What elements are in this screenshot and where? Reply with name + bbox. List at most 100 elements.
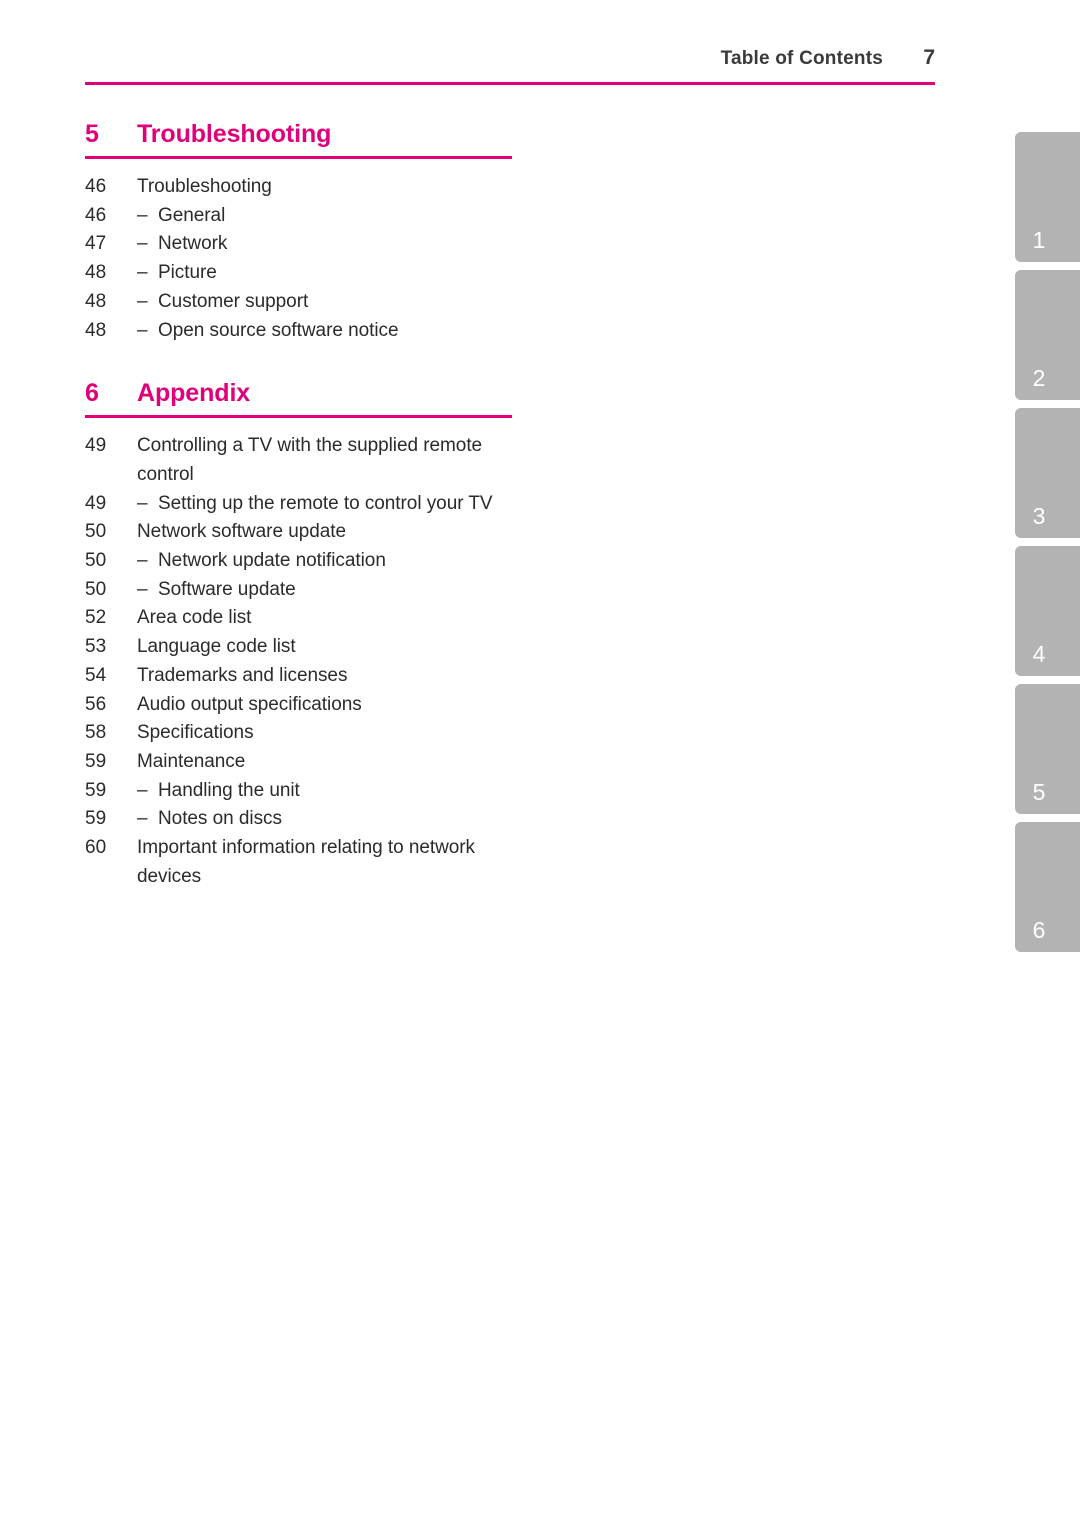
toc-entry-page: 47 (85, 233, 107, 255)
toc-entry-dash: – (137, 319, 148, 341)
chapter-tab-4[interactable]: 4 (1015, 546, 1080, 676)
toc-entry-dash: – (137, 492, 148, 514)
toc-entry[interactable]: 54 Trademarks and licenses (85, 662, 515, 691)
toc-entry[interactable]: 60 Important information relating to netw… (85, 834, 515, 891)
toc-entry-page: 48 (85, 319, 107, 341)
chapter-tab-label: 4 (1032, 641, 1046, 667)
toc-entry-body: Controlling a TV with the supplied remot… (137, 432, 515, 489)
toc-entry-body: – Picture (137, 259, 515, 288)
toc-entry-label: Language code list (137, 636, 296, 658)
toc-entry-body: – Software update (137, 576, 515, 605)
toc-entry-page: 58 (85, 722, 107, 744)
toc-entry[interactable]: 48 – Picture (85, 259, 515, 288)
toc-entry[interactable]: 48 – Open source software notice (85, 317, 515, 346)
toc-entry-page: 46 (85, 176, 107, 197)
toc-entry-label: Maintenance (137, 750, 246, 772)
toc-entry-body: – Open source software notice (137, 317, 515, 346)
toc-entry-label: Specifications (137, 722, 254, 744)
toc-entry-page: 49 (85, 492, 107, 514)
toc-entry[interactable]: 59 – Notes on discs (85, 805, 515, 834)
toc-entry[interactable]: 58 Specifications (85, 719, 515, 748)
chapter-tab-label: 6 (1032, 917, 1046, 943)
toc-entry-label: Open source software notice (158, 319, 399, 341)
toc-entry-page: 50 (85, 550, 107, 572)
toc-entry[interactable]: 49 – Setting up the remote to control your… (85, 490, 515, 519)
toc-entry[interactable]: 50 – Network update notification (85, 547, 515, 576)
toc-entry-list: 49 Controlling a TV with the supplied rem… (85, 418, 515, 891)
chapter-tab-1[interactable]: 1 (1015, 132, 1080, 262)
toc-entry-body: – Network update notification (137, 547, 515, 576)
page-header: Table of Contents 7 (85, 46, 935, 86)
toc-entry-label: Handling the unit (158, 779, 300, 801)
toc-entry-page: 56 (85, 693, 107, 715)
toc-entry-page: 59 (85, 808, 107, 830)
toc-entry-body: – Setting up the remote to control your T… (137, 490, 515, 519)
toc-entry-label: Picture (158, 262, 217, 284)
page-number: 7 (923, 46, 935, 69)
toc-entry[interactable]: 50 – Software update (85, 576, 515, 605)
toc-entry-dash: – (137, 204, 148, 226)
toc-entry-page: 53 (85, 636, 107, 658)
toc-entry-body: – Handling the unit (137, 777, 515, 806)
toc-entry-body: – General (137, 202, 515, 231)
toc-entry-body: – Network (137, 230, 515, 259)
toc-entry-dash: – (137, 808, 148, 830)
chapter-tab-label: 5 (1032, 779, 1046, 805)
toc-entry-dash: – (137, 578, 148, 600)
toc-entry-body: Troubleshooting (137, 173, 515, 202)
toc-entry-page: 50 (85, 578, 107, 600)
table-of-contents: 5 Troubleshooting 46 Troubleshooting 46– Gene… (85, 120, 515, 891)
toc-entry-page: 46 (85, 204, 107, 226)
toc-entry-dash: – (137, 262, 148, 284)
header-rule (85, 82, 935, 85)
chapter-section: 6 Appendix 49 Controlling a TV with the sup… (85, 379, 515, 891)
chapter-tab-label: 2 (1032, 365, 1046, 391)
toc-entry[interactable]: 50 Network software update (85, 518, 515, 547)
toc-entry[interactable]: 46 Troubleshooting (85, 173, 515, 202)
toc-entry[interactable]: 46 – General (85, 202, 515, 231)
toc-entry-page: 49 (85, 435, 107, 457)
toc-entry[interactable]: 59 – Handling the unit (85, 777, 515, 806)
chapter-tab-6[interactable]: 6 (1015, 822, 1080, 952)
toc-entry-body: – Customer support (137, 288, 515, 317)
chapter-number: 5 (85, 120, 99, 148)
toc-entry[interactable]: 47 – Network (85, 230, 515, 259)
toc-entry-label: General (158, 204, 226, 226)
chapter-tab-label: 3 (1032, 503, 1046, 529)
toc-entry-label: Setting up the remote to control your TV (158, 492, 493, 514)
chapter-tab-2[interactable]: 2 (1015, 270, 1080, 400)
chapter-tab-label: 1 (1032, 227, 1046, 253)
toc-entry-dash: – (137, 233, 148, 255)
chapter-title: Appendix (137, 379, 251, 408)
toc-entry[interactable]: 49 Controlling a TV with the supplied rem… (85, 432, 515, 489)
chapter-section: 5 Troubleshooting 46 Troubleshooting 46– Gene… (85, 120, 515, 345)
toc-entry-label: Customer support (158, 290, 309, 312)
chapter-tab-3[interactable]: 3 (1015, 408, 1080, 538)
toc-entry[interactable]: 56 Audio output specifications (85, 691, 515, 720)
toc-entry-label: Troubleshooting (137, 176, 272, 197)
toc-entry-label: Important information relating to networ… (137, 837, 476, 887)
toc-entry-label: Software update (158, 578, 296, 600)
toc-entry-label: Notes on discs (158, 808, 282, 830)
toc-entry-dash: – (137, 550, 148, 572)
chapter-tab-5[interactable]: 5 (1015, 684, 1080, 814)
toc-entry[interactable]: 48 – Customer support (85, 288, 515, 317)
toc-entry-dash: – (137, 779, 148, 801)
chapter-tab-rail: 1 2 3 4 5 6 (1015, 132, 1080, 956)
toc-entry[interactable]: 52 Area code list (85, 604, 515, 633)
toc-entry-body: Audio output specifications (137, 691, 515, 720)
toc-entry[interactable]: 59 Maintenance (85, 748, 515, 777)
header-inner: Table of Contents 7 (85, 46, 935, 80)
toc-entry-label: Audio output specifications (137, 693, 362, 715)
page-title: Table of Contents (720, 48, 883, 69)
toc-entry-label: Area code list (137, 607, 252, 629)
toc-entry-body: Maintenance (137, 748, 515, 777)
chapter-heading: 5 Troubleshooting (85, 120, 512, 159)
toc-entry-body: Specifications (137, 719, 515, 748)
toc-entry-body: Network software update (137, 518, 515, 547)
toc-entry-page: 54 (85, 664, 107, 686)
toc-entry-page: 48 (85, 290, 107, 312)
toc-entry-label: Network software update (137, 521, 347, 543)
chapter-heading: 6 Appendix (85, 379, 512, 419)
toc-entry[interactable]: 53 Language code list (85, 633, 515, 662)
